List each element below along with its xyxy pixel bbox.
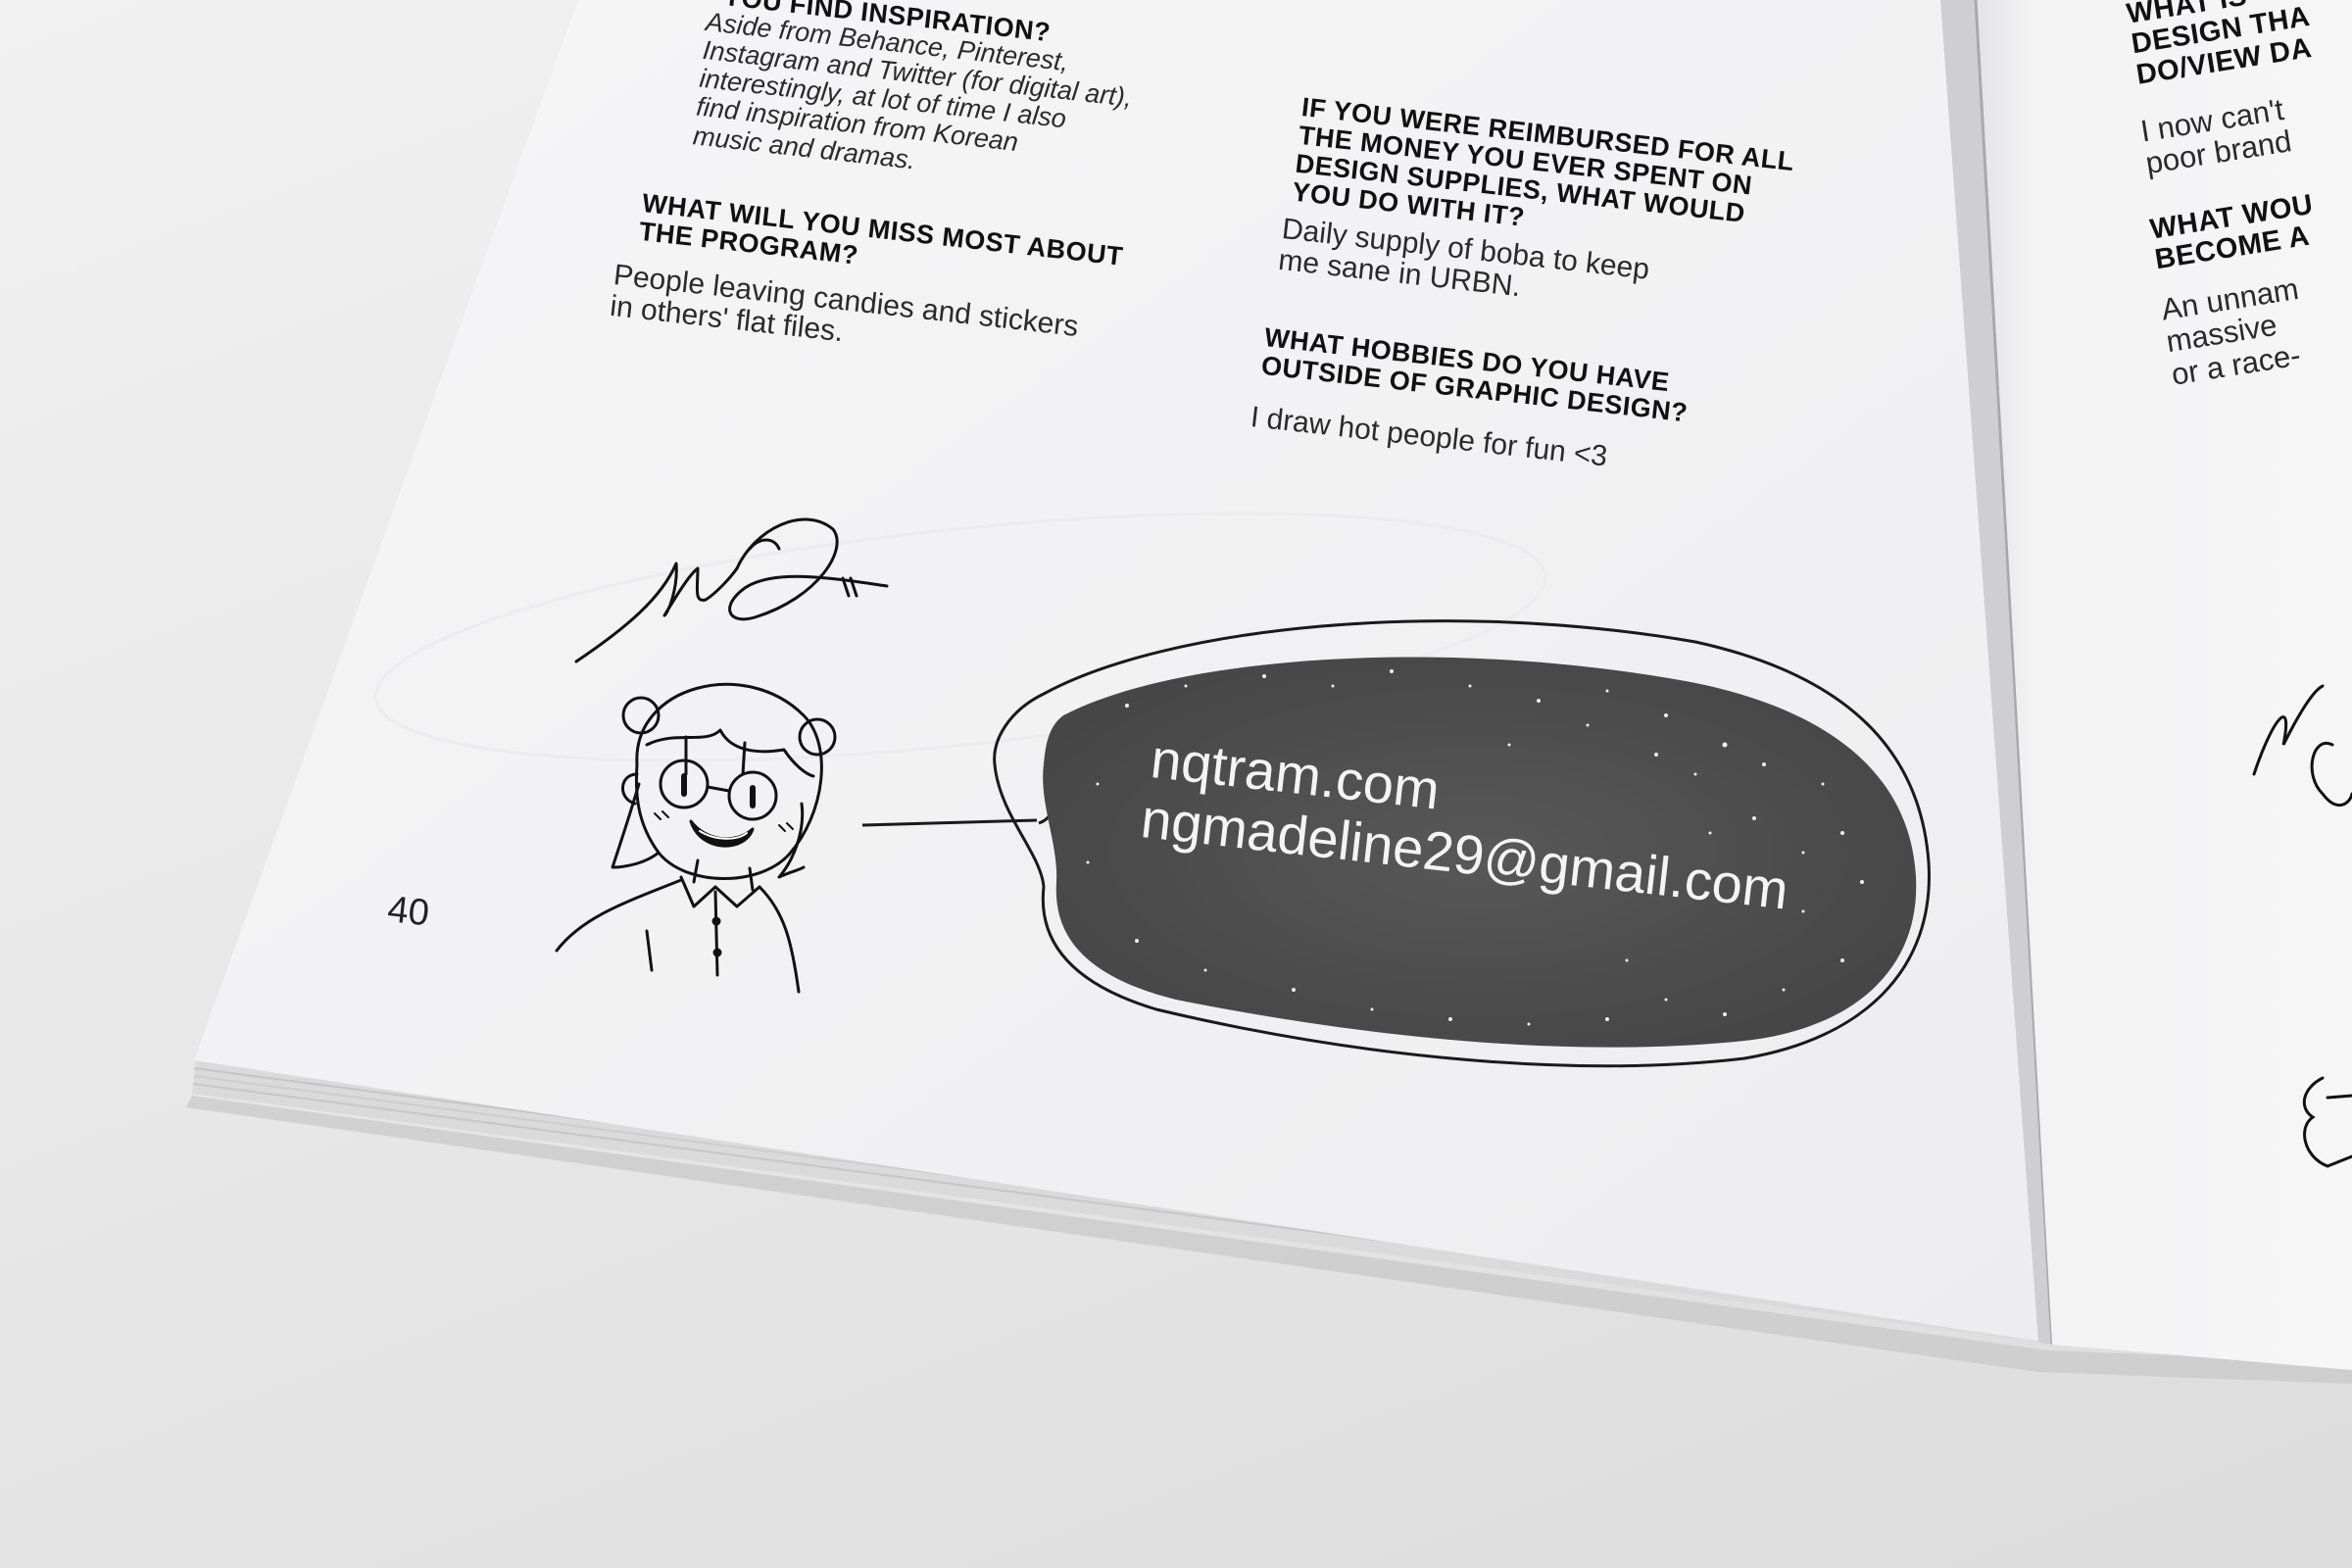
right-answer-2: An unnam massive or a race- <box>2158 270 2303 392</box>
page-number: 40 <box>385 889 432 935</box>
photo-scene: YOU FIND INSPIRATION? Aside from Behance… <box>0 0 2352 1568</box>
